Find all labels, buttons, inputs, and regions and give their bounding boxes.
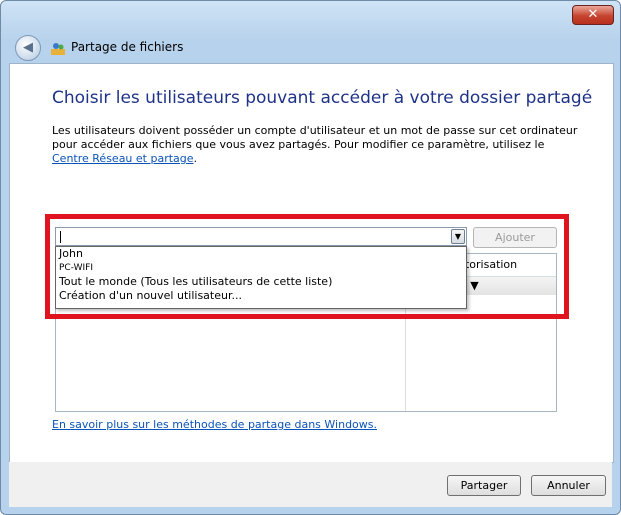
file-sharing-users-icon <box>51 43 65 55</box>
navigation-bar: ◀ Partage de fichiers <box>9 31 612 61</box>
description-body: Les utilisateurs doivent posséder un com… <box>52 124 578 151</box>
add-button[interactable]: Ajouter <box>473 227 557 248</box>
cancel-button[interactable]: Annuler <box>531 475 606 496</box>
page-heading: Choisir les utilisateurs pouvant accéder… <box>52 88 593 108</box>
learn-more-link[interactable]: En savoir plus sur les méthodes de parta… <box>52 418 377 431</box>
back-button[interactable]: ◀ <box>15 35 41 61</box>
text-caret <box>60 231 61 243</box>
dropdown-option[interactable]: PC-WIFI <box>56 261 466 275</box>
close-button[interactable]: ✕ <box>572 5 614 25</box>
button-bar: Partager Annuler <box>9 462 612 507</box>
title-bar[interactable]: ✕ <box>1 1 620 31</box>
combo-dropdown-button[interactable]: ▼ <box>451 229 465 244</box>
network-center-link[interactable]: Centre Réseau et partage <box>52 152 194 165</box>
share-button[interactable]: Partager <box>447 475 521 496</box>
user-combo-input[interactable]: ▼ <box>55 227 467 246</box>
user-dropdown-list[interactable]: John PC-WIFI Tout le monde (Tous les uti… <box>55 246 467 309</box>
content-panel: Choisir les utilisateurs pouvant accéder… <box>9 63 614 463</box>
description-end: . <box>193 152 198 165</box>
close-icon: ✕ <box>587 7 599 22</box>
dropdown-option[interactable]: Tout le monde (Tous les utilisateurs de … <box>56 275 466 289</box>
description-text: Les utilisateurs doivent posséder un com… <box>52 124 582 166</box>
back-arrow-icon: ◀ <box>23 40 33 55</box>
window-title: Partage de fichiers <box>71 40 184 54</box>
dropdown-option[interactable]: John <box>56 247 466 261</box>
dialog-window: ✕ ◀ Partage de fichiers Choisir les util… <box>0 0 621 515</box>
dropdown-option[interactable]: Création d'un nouvel utilisateur... <box>56 289 466 303</box>
chevron-down-icon: ▼ <box>454 232 462 241</box>
